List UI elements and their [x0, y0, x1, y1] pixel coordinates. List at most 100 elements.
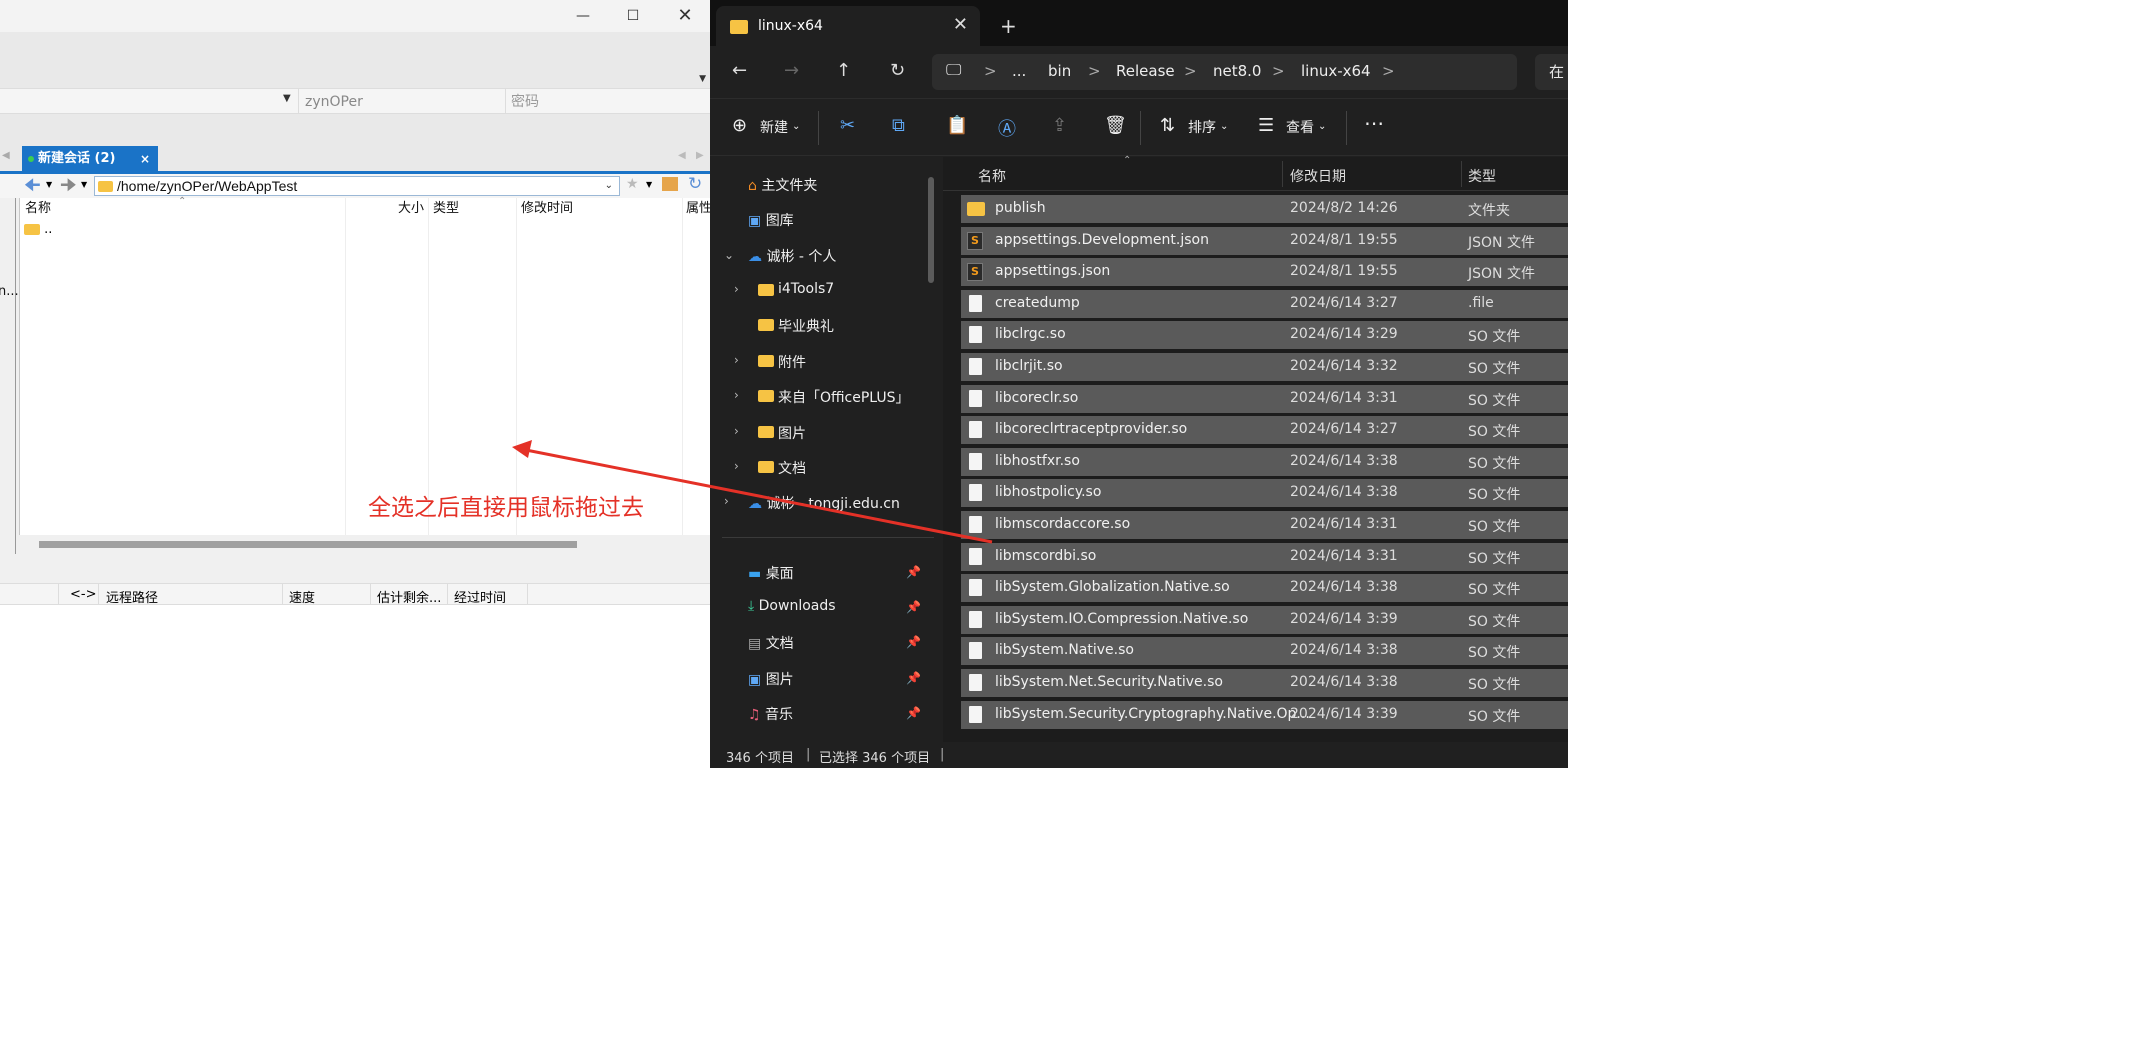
file-row[interactable]: libSystem.Net.Security.Native.so 2024/6/1…	[961, 669, 1568, 697]
tab-new-session[interactable]: 新建会话 (2) ×	[22, 146, 158, 172]
chevron-right-icon[interactable]: ›	[724, 494, 729, 508]
col-eta[interactable]: 估计剩余...	[377, 587, 441, 606]
file-row[interactable]: libcoreclrtraceptprovider.so 2024/6/14 3:…	[961, 416, 1568, 445]
breadcrumb-bin[interactable]: bin	[1048, 62, 1071, 80]
pin-icon[interactable]: 📌	[906, 600, 921, 614]
chevron-down-icon[interactable]: ⌄	[724, 248, 734, 262]
cut-icon[interactable]: ✂	[840, 115, 855, 136]
sidebar-item-folder[interactable]: 毕业典礼	[778, 316, 834, 336]
sidebar-item-downloads[interactable]: ⤓ Downloads	[748, 598, 836, 614]
sidebar-item-folder[interactable]: 来自「OfficePLUS」	[778, 387, 910, 407]
new-button[interactable]: 新建	[760, 117, 788, 137]
up-arrow-icon[interactable]: ↑	[836, 60, 851, 81]
minimize-icon[interactable]: —	[573, 6, 593, 26]
remote-file-list[interactable]: 名称 ⌃ 大小 类型 修改时间 属性 ..	[19, 196, 712, 535]
col-type[interactable]: 类型	[1468, 166, 1496, 186]
chevron-right-icon[interactable]: ›	[734, 388, 739, 402]
sidebar-item-music[interactable]: ♫ 音乐	[748, 704, 793, 724]
paste-icon[interactable]: 📋	[946, 115, 968, 136]
home-folder-icon[interactable]	[662, 177, 678, 191]
new-dropdown-icon[interactable]: ⌄	[792, 121, 800, 132]
sidebar-item-folder[interactable]: 附件	[778, 352, 806, 372]
list-item[interactable]: ..	[24, 222, 52, 240]
chevron-right-icon[interactable]: ›	[734, 424, 739, 438]
col-elapsed[interactable]: 经过时间	[454, 587, 506, 606]
chevron-right-icon[interactable]: ›	[734, 282, 739, 296]
file-row[interactable]: createdump 2024/6/14 3:27 .file	[961, 289, 1568, 318]
breadcrumb-net8[interactable]: net8.0	[1213, 62, 1261, 80]
sidebar-item-desktop[interactable]: ▬ 桌面	[748, 563, 794, 583]
col-type[interactable]: 类型	[433, 198, 459, 220]
col-remote-path[interactable]: 远程路径	[106, 587, 158, 606]
sort-dropdown-icon[interactable]: ⌄	[1220, 121, 1228, 132]
sort-icon[interactable]: ⇅	[1160, 115, 1175, 136]
file-row[interactable]: libhostpolicy.so 2024/6/14 3:38 SO 文件	[961, 479, 1568, 508]
col-modified[interactable]: 修改时间	[521, 198, 573, 220]
username-field[interactable]: zynOPer	[305, 92, 363, 112]
tab-scroll-left-icon[interactable]: ◀	[2, 150, 10, 161]
col-name[interactable]: 名称	[978, 166, 1006, 186]
sidebar-item-folder[interactable]: 图片	[778, 423, 806, 443]
view-icon[interactable]: ☰	[1258, 115, 1274, 136]
file-row[interactable]: libclrjit.so 2024/6/14 3:32 SO 文件	[961, 353, 1568, 381]
sort-button[interactable]: 排序	[1188, 117, 1216, 137]
pin-icon[interactable]: 📌	[906, 635, 921, 649]
file-row[interactable]: Sappsettings.json 2024/8/1 19:55 JSON 文件	[961, 258, 1568, 287]
delete-icon[interactable]: 🗑	[1104, 115, 1127, 136]
sidebar-item-folder[interactable]: 文档	[778, 458, 806, 478]
forward-arrow-icon[interactable]: 🠊	[60, 176, 77, 196]
tab-linux-x64[interactable]: linux-x64 ✕	[716, 6, 980, 48]
copy-icon[interactable]: ⧉	[892, 115, 905, 136]
tab-close-icon[interactable]: ×	[140, 146, 150, 172]
file-row[interactable]: libhostfxr.so 2024/6/14 3:38 SO 文件	[961, 447, 1568, 476]
refresh-icon[interactable]: ↻	[890, 60, 905, 81]
new-tab-icon[interactable]: +	[1000, 14, 1017, 38]
sidebar-item-onedrive-personal[interactable]: ☁ 诚彬 - 个人	[748, 246, 836, 266]
file-row[interactable]: libcoreclr.so 2024/6/14 3:31 SO 文件	[961, 384, 1568, 413]
col-modified[interactable]: 修改日期	[1290, 166, 1346, 186]
path-dropdown-icon[interactable]: ⌄	[605, 177, 613, 195]
file-row[interactable]: libSystem.Globalization.Native.so 2024/6/…	[961, 574, 1568, 603]
view-dropdown-icon[interactable]: ⌄	[1318, 121, 1326, 132]
breadcrumb-release[interactable]: Release	[1116, 62, 1175, 80]
refresh-remote-icon[interactable]: ↻	[688, 174, 702, 194]
password-field[interactable]: 密码	[511, 92, 539, 112]
more-button[interactable]: ⋯	[1364, 111, 1384, 135]
bookmark-star-icon[interactable]: ★	[626, 176, 639, 192]
this-pc-icon[interactable]: 🖵	[946, 60, 961, 80]
horizontal-scrollbar[interactable]	[19, 537, 712, 552]
bookmark-dropdown-icon[interactable]: ▼	[646, 180, 652, 189]
file-row[interactable]: publish 2024/8/2 14:26 文件夹	[961, 195, 1568, 223]
file-row[interactable]: libSystem.Security.Cryptography.Native.O…	[961, 700, 1568, 729]
scroll-thumb[interactable]	[39, 541, 577, 548]
pin-icon[interactable]: 📌	[906, 706, 921, 720]
sidebar-item-onedrive-work[interactable]: ☁ 诚彬 - tongji.edu.cn	[748, 493, 900, 513]
rename-icon[interactable]: Ⓐ	[998, 115, 1016, 141]
view-button[interactable]: 查看	[1286, 117, 1314, 137]
forward-arrow-icon[interactable]: →	[784, 60, 799, 81]
sidebar-item-documents[interactable]: ▤ 文档	[748, 633, 794, 653]
file-row[interactable]: libSystem.Native.so 2024/6/14 3:38 SO 文件	[961, 637, 1568, 666]
col-speed[interactable]: 速度	[289, 587, 315, 606]
tab-scroll-right-icon[interactable]: ▶	[696, 150, 704, 161]
breadcrumb-linux-x64[interactable]: linux-x64	[1301, 62, 1371, 80]
file-row[interactable]: libmscordaccore.so 2024/6/14 3:31 SO 文件	[961, 511, 1568, 539]
file-row[interactable]: libmscordbi.so 2024/6/14 3:31 SO 文件	[961, 542, 1568, 571]
breadcrumb-overflow[interactable]: ...	[1012, 62, 1026, 80]
back-dropdown-icon[interactable]: ▼	[46, 180, 52, 189]
close-icon[interactable]: ✕	[675, 6, 695, 26]
maximize-icon[interactable]: ☐	[623, 6, 643, 26]
file-row[interactable]: Sappsettings.Development.json 2024/8/1 19…	[961, 226, 1568, 255]
host-dropdown-icon[interactable]: ▼	[283, 93, 291, 104]
pin-icon[interactable]: 📌	[906, 565, 921, 579]
sidebar-item-home[interactable]: ⌂ 主文件夹	[748, 175, 817, 195]
tab-close-icon[interactable]: ✕	[953, 14, 968, 35]
share-icon[interactable]: ⇪	[1052, 115, 1067, 136]
new-plus-icon[interactable]: ⊕	[732, 115, 747, 136]
back-arrow-icon[interactable]: ←	[732, 60, 747, 81]
search-box[interactable]: 在	[1535, 54, 1568, 90]
sidebar-scrollbar[interactable]	[928, 177, 934, 283]
sidebar-item-gallery[interactable]: ▣ 图库	[748, 210, 794, 230]
file-row[interactable]: libclrgc.so 2024/6/14 3:29 SO 文件	[961, 321, 1568, 350]
file-list[interactable]: 名称 ⌃ 修改日期 类型 publish 2024/8/2 14:26 文件夹 Sap…	[943, 155, 1568, 742]
